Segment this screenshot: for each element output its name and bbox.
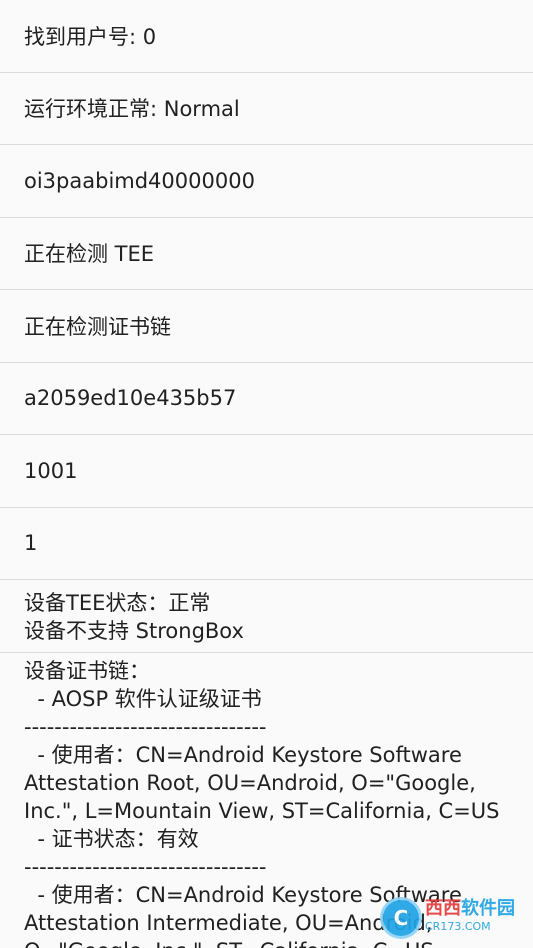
list-item-flag[interactable]: 1 (0, 508, 533, 580)
list-item-cert-chain[interactable]: 设备证书链： - AOSP 软件认证级证书 ------------------… (0, 653, 533, 948)
list-item-text: oi3paabimd40000000 (24, 168, 255, 193)
list-item-text: 正在检测 TEE (24, 242, 155, 267)
cert-line: - AOSP 软件认证级证书 (24, 687, 262, 711)
list-item-text: 找到用户号: 0 (24, 24, 157, 49)
list-item-environment[interactable]: 运行环境正常: Normal (0, 73, 533, 145)
cert-line: - 使用者：CN=Android Keystore Software (24, 743, 462, 767)
cert-line: Inc.", L=Mountain View, ST=California, C… (24, 799, 500, 823)
list-item-code[interactable]: 1001 (0, 435, 533, 508)
list-item-text: 1001 (24, 458, 78, 483)
watermark-logo-icon: C (383, 900, 419, 936)
cert-line: - 证书状态：有效 (24, 827, 199, 851)
list-item-tee-status[interactable]: 设备TEE状态：正常 设备不支持 StrongBox (0, 580, 533, 653)
tee-status-line: 设备TEE状态：正常 (24, 591, 211, 615)
list-item-checking-cert[interactable]: 正在检测证书链 (0, 290, 533, 363)
list-item-text: 运行环境正常: Normal (24, 97, 240, 122)
list-item-user-id[interactable]: 找到用户号: 0 (0, 0, 533, 73)
watermark: C 西西软件园 CR173.COM (383, 900, 515, 936)
watermark-title-blue: 软件园 (461, 898, 515, 919)
cert-line: Attestation Root, OU=Android, O="Google, (24, 771, 476, 795)
list-item-checking-tee[interactable]: 正在检测 TEE (0, 218, 533, 290)
cert-chain-title: 设备证书链： (24, 659, 150, 683)
list-item-text: a2059ed10e435b57 (24, 386, 237, 411)
result-list: 找到用户号: 0 运行环境正常: Normal oi3paabimd400000… (0, 0, 533, 948)
list-item-text: 正在检测证书链 (24, 314, 171, 339)
list-item-device-id[interactable]: oi3paabimd40000000 (0, 145, 533, 218)
watermark-text: 西西软件园 CR173.COM (425, 900, 515, 936)
strongbox-status-line: 设备不支持 StrongBox (24, 619, 244, 643)
watermark-subtitle: CR173.COM (425, 920, 491, 933)
list-item-hash[interactable]: a2059ed10e435b57 (0, 363, 533, 435)
cert-line: O="Google, Inc.", ST=California, C=US (24, 937, 533, 948)
cert-divider: -------------------------------- (24, 855, 267, 879)
list-item-text: 1 (24, 531, 38, 556)
watermark-title: 西西软件园 (425, 900, 515, 918)
cert-divider: -------------------------------- (24, 715, 267, 739)
watermark-title-red: 西西 (425, 898, 461, 919)
